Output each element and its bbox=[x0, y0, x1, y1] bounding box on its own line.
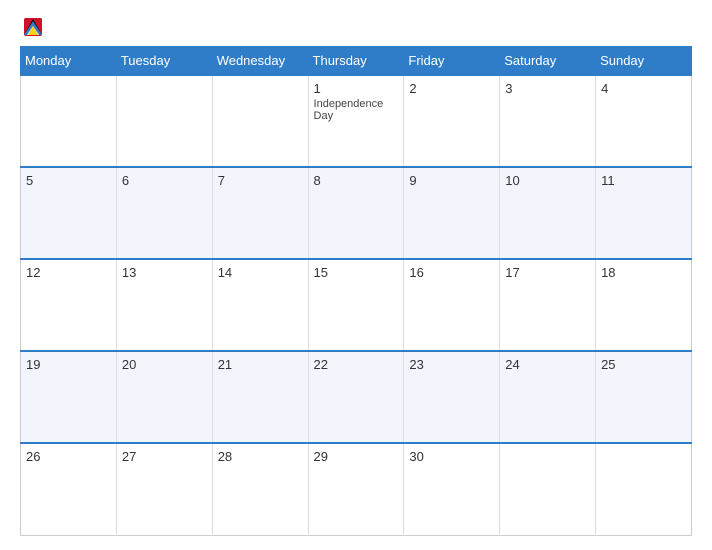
day-number: 15 bbox=[314, 265, 399, 280]
calendar-table: MondayTuesdayWednesdayThursdayFridaySatu… bbox=[20, 46, 692, 536]
day-number: 30 bbox=[409, 449, 494, 464]
day-number: 2 bbox=[409, 81, 494, 96]
col-header-thursday: Thursday bbox=[308, 47, 404, 76]
day-number: 11 bbox=[601, 173, 686, 188]
calendar-week-row: 56789 10 11 bbox=[21, 167, 692, 259]
calendar-cell: 2 bbox=[404, 75, 500, 167]
calendar-cell: 6 bbox=[116, 167, 212, 259]
calendar-cell: 1 Independence Day bbox=[308, 75, 404, 167]
day-number: 18 bbox=[601, 265, 686, 280]
day-number: 9 bbox=[409, 173, 494, 188]
day-number: 7 bbox=[218, 173, 303, 188]
calendar-cell: 23 bbox=[404, 351, 500, 443]
calendar-cell: 4 bbox=[596, 75, 692, 167]
day-number: 19 bbox=[26, 357, 111, 372]
calendar-cell: 7 bbox=[212, 167, 308, 259]
day-number: 28 bbox=[218, 449, 303, 464]
calendar-week-row: 1 Independence Day 234 bbox=[21, 75, 692, 167]
col-header-monday: Monday bbox=[21, 47, 117, 76]
day-number: 10 bbox=[505, 173, 590, 188]
calendar-cell: 5 bbox=[21, 167, 117, 259]
calendar-page: MondayTuesdayWednesdayThursdayFridaySatu… bbox=[0, 0, 712, 550]
calendar-cell: 21 bbox=[212, 351, 308, 443]
day-number: 4 bbox=[601, 81, 686, 96]
day-number: 12 bbox=[26, 265, 111, 280]
day-number: 22 bbox=[314, 357, 399, 372]
calendar-cell bbox=[21, 75, 117, 167]
day-number: 21 bbox=[218, 357, 303, 372]
calendar-cell: 25 bbox=[596, 351, 692, 443]
calendar-header-row: MondayTuesdayWednesdayThursdayFridaySatu… bbox=[21, 47, 692, 76]
calendar-cell: 27 bbox=[116, 443, 212, 535]
calendar-cell: 15 bbox=[308, 259, 404, 351]
calendar-cell: 29 bbox=[308, 443, 404, 535]
calendar-cell: 16 bbox=[404, 259, 500, 351]
day-number: 25 bbox=[601, 357, 686, 372]
logo bbox=[20, 18, 44, 36]
col-header-tuesday: Tuesday bbox=[116, 47, 212, 76]
day-number: 20 bbox=[122, 357, 207, 372]
day-number: 3 bbox=[505, 81, 590, 96]
col-header-wednesday: Wednesday bbox=[212, 47, 308, 76]
col-header-sunday: Sunday bbox=[596, 47, 692, 76]
day-number: 26 bbox=[26, 449, 111, 464]
day-number: 14 bbox=[218, 265, 303, 280]
calendar-week-row: 19 20 21 22 23 24 25 bbox=[21, 351, 692, 443]
day-number: 17 bbox=[505, 265, 590, 280]
day-number: 8 bbox=[314, 173, 399, 188]
day-number: 27 bbox=[122, 449, 207, 464]
day-number: 23 bbox=[409, 357, 494, 372]
calendar-cell: 9 bbox=[404, 167, 500, 259]
day-number: 1 bbox=[314, 81, 399, 96]
calendar-cell: 20 bbox=[116, 351, 212, 443]
logo-flag-icon bbox=[24, 18, 42, 36]
day-number: 29 bbox=[314, 449, 399, 464]
col-header-friday: Friday bbox=[404, 47, 500, 76]
calendar-cell: 12 bbox=[21, 259, 117, 351]
calendar-cell bbox=[596, 443, 692, 535]
calendar-week-row: 26 27 28 29 30 bbox=[21, 443, 692, 535]
col-header-saturday: Saturday bbox=[500, 47, 596, 76]
event-label: Independence Day bbox=[314, 98, 399, 122]
calendar-cell bbox=[116, 75, 212, 167]
calendar-cell: 17 bbox=[500, 259, 596, 351]
calendar-cell: 11 bbox=[596, 167, 692, 259]
day-number: 16 bbox=[409, 265, 494, 280]
calendar-cell: 8 bbox=[308, 167, 404, 259]
calendar-week-row: 12 13 14 15 16 17 18 bbox=[21, 259, 692, 351]
calendar-cell: 28 bbox=[212, 443, 308, 535]
calendar-cell: 22 bbox=[308, 351, 404, 443]
calendar-cell: 26 bbox=[21, 443, 117, 535]
calendar-cell: 18 bbox=[596, 259, 692, 351]
day-number: 5 bbox=[26, 173, 111, 188]
calendar-cell: 10 bbox=[500, 167, 596, 259]
calendar-cell: 24 bbox=[500, 351, 596, 443]
calendar-cell: 30 bbox=[404, 443, 500, 535]
calendar-cell bbox=[500, 443, 596, 535]
day-number: 24 bbox=[505, 357, 590, 372]
day-number: 6 bbox=[122, 173, 207, 188]
calendar-cell: 14 bbox=[212, 259, 308, 351]
calendar-cell: 13 bbox=[116, 259, 212, 351]
calendar-cell bbox=[212, 75, 308, 167]
calendar-cell: 3 bbox=[500, 75, 596, 167]
calendar-cell: 19 bbox=[21, 351, 117, 443]
day-number: 13 bbox=[122, 265, 207, 280]
header bbox=[20, 18, 692, 36]
